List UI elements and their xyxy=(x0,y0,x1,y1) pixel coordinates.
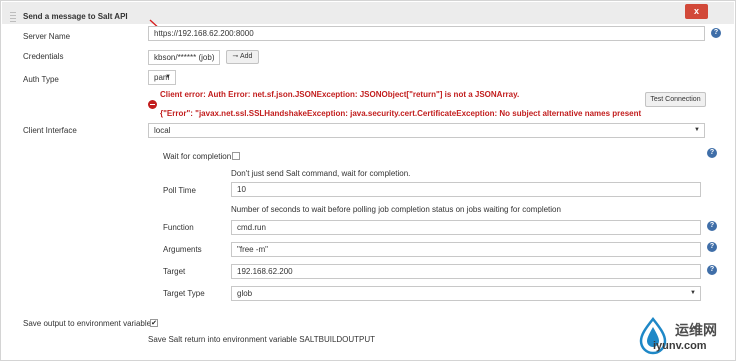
function-input[interactable]: cmd.run xyxy=(231,220,701,235)
save-output-checkbox[interactable]: ✔ xyxy=(150,319,158,327)
target-type-select[interactable]: glob ▼ xyxy=(231,286,701,301)
build-step-panel: Send a message to Salt API x Server Name… xyxy=(0,0,736,361)
poll-time-input[interactable]: 10 xyxy=(231,182,701,197)
client-interface-select[interactable]: local ▼ xyxy=(148,123,705,138)
chevron-down-icon: ▼ xyxy=(694,127,700,133)
client-interface-value: local xyxy=(154,126,171,135)
target-type-value: glob xyxy=(237,289,253,298)
watermark: 运维网 iyunv.com xyxy=(633,317,733,357)
arguments-input[interactable]: "free -m" xyxy=(231,242,701,257)
target-input[interactable]: 192.168.62.200 xyxy=(231,264,701,279)
watermark-en: iyunv.com xyxy=(653,340,707,352)
target-label: Target xyxy=(163,267,186,276)
help-icon[interactable]: ? xyxy=(707,265,717,275)
drag-handle[interactable] xyxy=(10,12,16,22)
server-name-input[interactable]: https://192.168.62.200:8000 xyxy=(148,26,705,41)
chevron-down-icon: ▼ xyxy=(165,74,171,80)
help-icon[interactable]: ? xyxy=(707,221,717,231)
error-icon xyxy=(148,100,157,109)
help-icon[interactable]: ? xyxy=(707,148,717,158)
client-interface-label: Client Interface xyxy=(23,126,77,135)
help-icon[interactable]: ? xyxy=(707,242,717,252)
credentials-label: Credentials xyxy=(23,52,64,61)
server-name-label: Server Name xyxy=(23,32,71,41)
arguments-label: Arguments xyxy=(163,245,202,254)
test-connection-button[interactable]: Test Connection xyxy=(645,92,706,107)
poll-time-description: Number of seconds to wait before polling… xyxy=(231,205,561,214)
save-output-label: Save output to environment variable xyxy=(23,319,152,328)
chevron-down-icon: ▼ xyxy=(690,290,696,296)
error-message-ssl: {"Error": "javax.net.ssl.SSLHandshakeExc… xyxy=(160,109,642,118)
auth-type-label: Auth Type xyxy=(23,75,59,84)
credentials-value: kbson/****** (job) xyxy=(154,53,215,62)
add-credentials-button[interactable]: ⊸ Add xyxy=(226,50,259,64)
function-label: Function xyxy=(163,223,194,232)
wait-for-completion-label: Wait for completion xyxy=(163,152,232,161)
wait-for-completion-checkbox[interactable] xyxy=(232,152,240,160)
section-title: Send a message to Salt API xyxy=(23,12,128,21)
key-icon: ⊸ xyxy=(232,53,239,60)
add-label: Add xyxy=(239,53,253,60)
auth-type-select[interactable]: pam ▼ xyxy=(148,70,176,85)
help-icon[interactable]: ? xyxy=(711,28,721,38)
delete-step-button[interactable]: x xyxy=(685,4,708,19)
poll-time-label: Poll Time xyxy=(163,186,196,195)
error-message-auth: Client error: Auth Error: net.sf.json.JS… xyxy=(160,90,520,99)
credentials-select[interactable]: kbson/****** (job) xyxy=(148,50,220,65)
watermark-cn: 运维网 xyxy=(675,322,717,338)
wait-for-completion-description: Don't just send Salt command, wait for c… xyxy=(231,169,411,178)
save-output-description: Save Salt return into environment variab… xyxy=(148,335,376,344)
target-type-label: Target Type xyxy=(163,289,205,298)
